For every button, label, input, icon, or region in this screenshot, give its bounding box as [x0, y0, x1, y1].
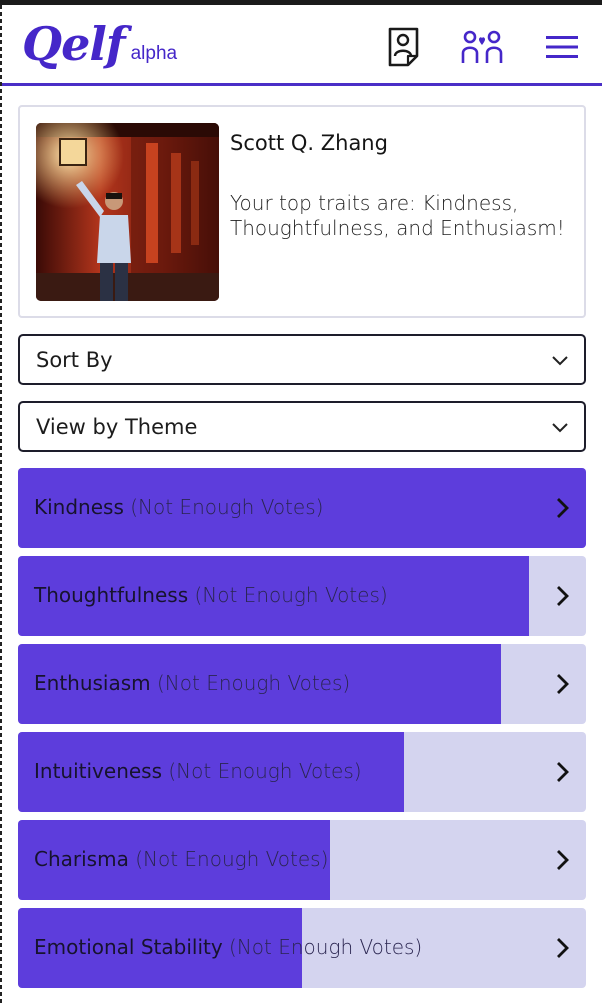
- trait-label: Kindness (Not Enough Votes): [34, 495, 323, 519]
- trait-label: Emotional Stability (Not Enough Votes): [34, 935, 422, 959]
- trait-row-enthusiasm[interactable]: Enthusiasm (Not Enough Votes): [18, 644, 586, 724]
- trait-name: Charisma: [34, 847, 129, 871]
- view-by-theme-select[interactable]: View by Theme: [18, 401, 586, 452]
- chevron-down-icon: [552, 356, 568, 366]
- profile-card: Scott Q. Zhang Your top traits are: Kind…: [18, 105, 586, 318]
- trait-name: Enthusiasm: [34, 671, 151, 695]
- sort-by-select[interactable]: Sort By: [18, 334, 586, 385]
- trait-label: Thoughtfulness (Not Enough Votes): [34, 583, 388, 607]
- profile-name: Scott Q. Zhang: [230, 131, 388, 155]
- trait-name: Kindness: [34, 495, 124, 519]
- trait-label: Charisma (Not Enough Votes): [34, 847, 328, 871]
- trait-vote-status: (Not Enough Votes): [130, 495, 324, 519]
- chevron-right-icon: [557, 586, 569, 606]
- chevron-right-icon: [557, 674, 569, 694]
- friends-icon: [461, 30, 503, 63]
- profile-card-icon: [388, 27, 419, 67]
- top-traits-summary: Your top traits are: Kindness, Thoughtfu…: [230, 191, 565, 240]
- menu-button[interactable]: [540, 25, 584, 69]
- trait-name: Intuitiveness: [34, 759, 163, 783]
- trait-name: Emotional Stability: [34, 935, 223, 959]
- left-edge-divider: [0, 5, 2, 1006]
- chevron-right-icon: [557, 762, 569, 782]
- profile-card-button[interactable]: [382, 25, 426, 69]
- logo-tag: alpha: [130, 43, 178, 64]
- trait-vote-status: (Not Enough Votes): [157, 671, 351, 695]
- friends-button[interactable]: [460, 25, 504, 69]
- avatar[interactable]: [36, 123, 219, 301]
- logo[interactable]: Qelf alpha: [22, 21, 177, 67]
- trait-label: Intuitiveness (Not Enough Votes): [34, 759, 362, 783]
- trait-vote-status: (Not Enough Votes): [229, 935, 423, 959]
- trait-vote-status: (Not Enough Votes): [194, 583, 388, 607]
- trait-row-charisma[interactable]: Charisma (Not Enough Votes): [18, 820, 586, 900]
- sort-by-label: Sort By: [36, 348, 113, 372]
- chevron-right-icon: [557, 498, 569, 518]
- trait-row-emotional-stability[interactable]: Emotional Stability (Not Enough Votes): [18, 908, 586, 988]
- trait-row-thoughtfulness[interactable]: Thoughtfulness (Not Enough Votes): [18, 556, 586, 636]
- trait-name: Thoughtfulness: [34, 583, 189, 607]
- chevron-down-icon: [552, 423, 568, 433]
- chevron-right-icon: [557, 938, 569, 958]
- logo-wordmark: Qelf: [22, 17, 126, 71]
- chevron-right-icon: [557, 850, 569, 870]
- trait-vote-status: (Not Enough Votes): [168, 759, 362, 783]
- view-by-label: View by Theme: [36, 415, 198, 439]
- hamburger-menu-icon: [546, 36, 578, 58]
- trait-row-intuitiveness[interactable]: Intuitiveness (Not Enough Votes): [18, 732, 586, 812]
- trait-label: Enthusiasm (Not Enough Votes): [34, 671, 350, 695]
- profile-photo: [36, 123, 219, 301]
- trait-vote-status: (Not Enough Votes): [135, 847, 329, 871]
- app-header: Qelf alpha: [2, 5, 602, 86]
- trait-row-kindness[interactable]: Kindness (Not Enough Votes): [18, 468, 586, 548]
